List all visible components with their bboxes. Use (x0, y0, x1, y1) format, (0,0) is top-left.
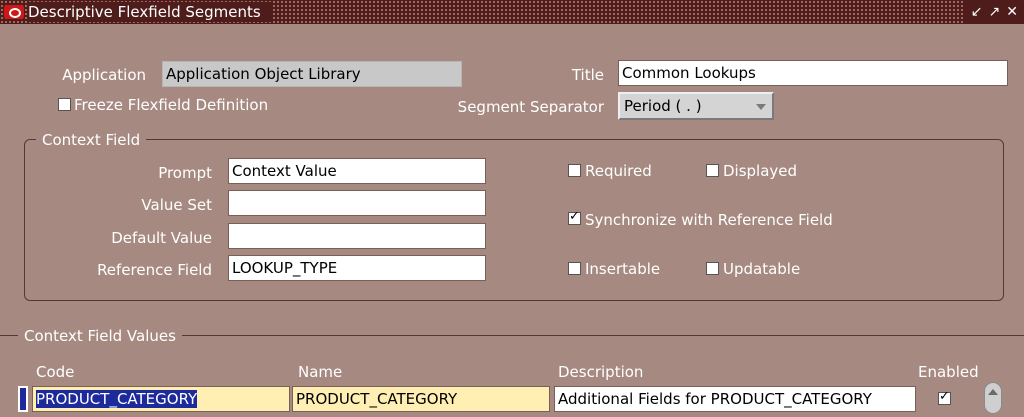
synchronize-label: Synchronize with Reference Field (585, 211, 833, 229)
value-set-label: Value Set (141, 196, 212, 214)
code-cell[interactable]: PRODUCT_CATEGORY (32, 386, 290, 412)
segment-separator-select[interactable]: Period ( . ) (618, 92, 774, 120)
insertable-checkbox[interactable] (568, 262, 581, 275)
default-value-field[interactable] (228, 223, 486, 249)
freeze-flexfield-label: Freeze Flexfield Definition (74, 96, 269, 114)
window-title-bar: Descriptive Flexfield Segments ↙ ↗ ✕ (0, 0, 1024, 24)
title-field[interactable]: Common Lookups (618, 60, 1008, 86)
window-title: Descriptive Flexfield Segments (28, 2, 271, 22)
code-column-header: Code (36, 363, 75, 381)
required-checkbox[interactable] (568, 164, 581, 177)
oracle-logo-icon (4, 5, 24, 19)
name-cell[interactable]: PRODUCT_CATEGORY (292, 386, 550, 412)
synchronize-checkbox[interactable] (568, 209, 581, 225)
description-column-header: Description (558, 363, 644, 381)
minimize-icon[interactable]: ↙ (971, 2, 983, 22)
name-column-header: Name (298, 363, 343, 381)
value-set-field[interactable] (228, 190, 486, 216)
prompt-field[interactable]: Context Value (228, 158, 486, 184)
segment-separator-value: Period ( . ) (624, 97, 702, 115)
scroll-up-icon[interactable] (984, 382, 1002, 414)
enabled-checkbox[interactable] (938, 389, 951, 405)
displayed-checkbox[interactable] (706, 164, 719, 177)
updatable-checkbox[interactable] (706, 262, 719, 275)
application-label: Application (62, 66, 146, 84)
default-value-label: Default Value (111, 229, 212, 247)
reference-field-label: Reference Field (97, 261, 212, 279)
window-controls: ↙ ↗ ✕ (962, 0, 1024, 24)
insertable-label: Insertable (585, 260, 661, 278)
context-field-group-title: Context Field (36, 130, 147, 150)
prompt-label: Prompt (158, 164, 212, 182)
close-icon[interactable]: ✕ (1006, 2, 1018, 22)
reference-field-field[interactable]: LOOKUP_TYPE (228, 255, 486, 281)
code-cell-text: PRODUCT_CATEGORY (36, 390, 198, 408)
context-field-values-title: Context Field Values (18, 326, 182, 346)
freeze-flexfield-checkbox[interactable] (58, 98, 71, 111)
maximize-icon[interactable]: ↗ (989, 2, 1001, 22)
description-cell[interactable]: Additional Fields for PRODUCT_CATEGORY (554, 386, 916, 412)
application-field[interactable]: Application Object Library (162, 61, 462, 87)
updatable-label: Updatable (723, 260, 801, 278)
required-label: Required (585, 162, 652, 180)
segment-separator-label: Segment Separator (457, 98, 604, 116)
title-label: Title (571, 66, 604, 84)
dropdown-arrow-icon (756, 104, 766, 110)
enabled-column-header: Enabled (918, 363, 979, 381)
displayed-label: Displayed (723, 162, 798, 180)
row-indicator[interactable] (18, 386, 28, 412)
